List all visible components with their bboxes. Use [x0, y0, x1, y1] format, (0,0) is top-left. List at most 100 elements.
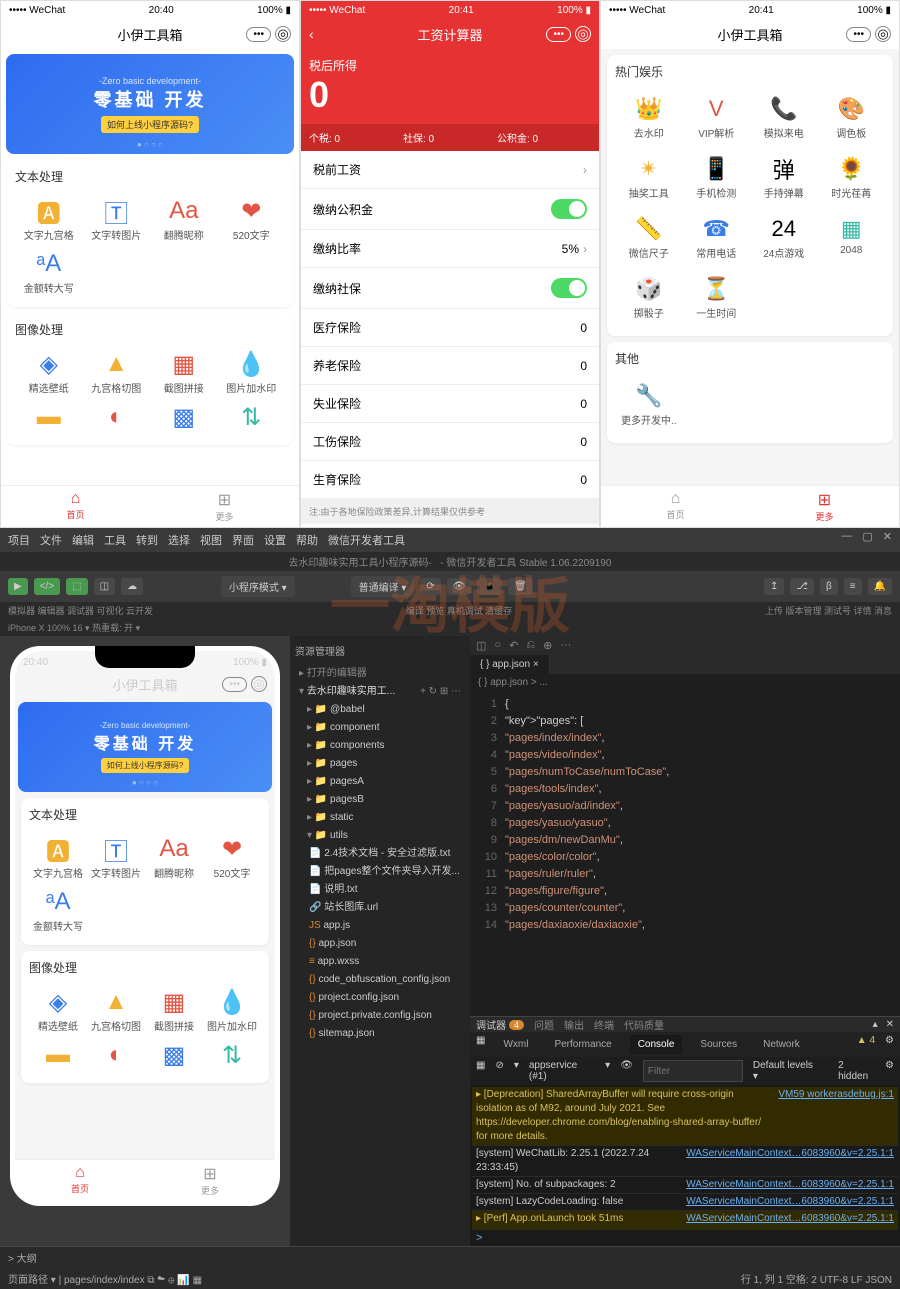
folder[interactable]: 📁 pagesB: [295, 791, 465, 809]
tool-item[interactable]: 弹手持弹幕: [750, 148, 818, 208]
menu-item[interactable]: 选择: [168, 532, 190, 548]
file[interactable]: {} code_obfuscation_config.json: [295, 971, 465, 989]
tool-item[interactable]: 🅰文字九宫格: [29, 831, 87, 884]
menu-item[interactable]: 设置: [264, 532, 286, 548]
setting-row[interactable]: 生育保险0: [301, 461, 599, 499]
editor[interactable]: ◫○↶⎌⊕··· { } app.json × { } app.json > .…: [470, 636, 900, 1246]
file[interactable]: 📄 2.4技术文档 - 安全过滤版.txt: [295, 845, 465, 863]
tool-item[interactable]: ✴抽奖工具: [615, 148, 683, 208]
tool-item[interactable]: 2424点游戏: [750, 208, 818, 268]
file-explorer[interactable]: 资源管理器 ▸ 打开的编辑器 去水印趣味实用工... + ↻ ⊞ ⋯ 📁 @ba…: [290, 636, 470, 1246]
setting-row[interactable]: 税前工资›: [301, 151, 599, 189]
setting-row[interactable]: 缴纳社保: [301, 268, 599, 309]
nav-item[interactable]: ⌂首页: [15, 1160, 145, 1201]
tool-item[interactable]: ▲九宫格切图: [83, 346, 151, 399]
tool-item[interactable]: ▩: [145, 1037, 203, 1075]
folder[interactable]: 📁 utils: [295, 827, 465, 845]
setting-row[interactable]: 工伤保险0: [301, 423, 599, 461]
menu-icon[interactable]: •••: [546, 27, 571, 42]
tool-item[interactable]: ⏳一生时间: [683, 268, 751, 328]
nav-item[interactable]: ⊞更多: [750, 486, 899, 527]
nav-item[interactable]: ⊞更多: [145, 1160, 275, 1201]
setting-row[interactable]: 缴纳比率5%›: [301, 230, 599, 268]
toggle[interactable]: [551, 278, 587, 298]
file[interactable]: {} sitemap.json: [295, 1025, 465, 1043]
tool-item[interactable]: ▬: [29, 1037, 87, 1075]
menu-item[interactable]: 文件: [40, 532, 62, 548]
console[interactable]: 调试器4 问题输出终端代码质量 ▴✕ ▦WxmlPerformanceConso…: [470, 1016, 900, 1246]
setting-row[interactable]: 医疗保险0: [301, 309, 599, 347]
file[interactable]: {} project.private.config.json: [295, 1007, 465, 1025]
folder[interactable]: 📁 @babel: [295, 701, 465, 719]
tool-item[interactable]: ▦截图拼接: [150, 346, 218, 399]
tool-item[interactable]: 🅃文字转图片: [87, 831, 145, 884]
folder[interactable]: 📁 pagesA: [295, 773, 465, 791]
menu-item[interactable]: 编辑: [72, 532, 94, 548]
banner[interactable]: -Zero basic development- 零基础 开发 如何上线小程序源…: [6, 54, 294, 154]
tool-item[interactable]: 📞模拟来电: [750, 88, 818, 148]
compile-dropdown[interactable]: 普通编译 ▾: [351, 576, 415, 597]
play-icon[interactable]: ▶: [8, 578, 28, 595]
tool-item[interactable]: 🔧更多开发中..: [615, 375, 683, 435]
tool-item[interactable]: 🌻时光荏苒: [818, 148, 886, 208]
menu-item[interactable]: 微信开发者工具: [328, 532, 405, 548]
file[interactable]: 🔗 站长图库.url: [295, 899, 465, 917]
menu-item[interactable]: 帮助: [296, 532, 318, 548]
editor-tab[interactable]: { } app.json ×: [470, 655, 550, 674]
tool-item[interactable]: ◐: [83, 399, 151, 437]
menubar[interactable]: 项目文件编辑工具转到选择视图界面设置帮助微信开发者工具 —▢✕: [0, 528, 900, 552]
tool-item[interactable]: 📱手机检测: [683, 148, 751, 208]
menu-icon[interactable]: •••: [846, 27, 871, 42]
devtools-tab[interactable]: Console: [630, 1035, 683, 1054]
menu-item[interactable]: 界面: [232, 532, 254, 548]
tool-item[interactable]: ⇅: [203, 1037, 261, 1075]
console-filter[interactable]: [643, 1060, 743, 1082]
toggle[interactable]: [551, 199, 587, 219]
bug-icon[interactable]: ⬚: [66, 578, 87, 595]
tool-item[interactable]: ᵃA金额转大写: [29, 884, 87, 937]
devtools-tab[interactable]: Wxml: [495, 1035, 536, 1054]
tool-item[interactable]: 🅃文字转图片: [83, 193, 151, 246]
file[interactable]: {} app.json: [295, 935, 465, 953]
cloud-icon[interactable]: ☁: [121, 578, 143, 595]
file[interactable]: JS app.js: [295, 917, 465, 935]
tool-item[interactable]: ▲九宫格切图: [87, 984, 145, 1037]
toolbar[interactable]: ▶ </> ⬚ ◫ ☁ 小程序模式 ▾ 普通编译 ▾ ⟳👁📱🗑 ↥⎇β≡🔔: [0, 571, 900, 602]
code-icon[interactable]: </>: [34, 578, 60, 595]
tool-item[interactable]: 📏微信尺子: [615, 208, 683, 268]
tool-item[interactable]: ❤520文字: [218, 193, 286, 246]
tool-item[interactable]: ◐: [87, 1037, 145, 1075]
tool-item[interactable]: ▬: [15, 399, 83, 437]
setting-row[interactable]: 失业保险0: [301, 385, 599, 423]
folder[interactable]: 📁 static: [295, 809, 465, 827]
target-icon[interactable]: ◎: [575, 26, 591, 42]
tool-item[interactable]: ▦截图拼接: [145, 984, 203, 1037]
tool-item[interactable]: ᵃA金额转大写: [15, 246, 83, 299]
tool-item[interactable]: ▩: [150, 399, 218, 437]
tool-item[interactable]: ❤520文字: [203, 831, 261, 884]
file[interactable]: 📄 说明.txt: [295, 881, 465, 899]
nav-item[interactable]: ⊞更多: [150, 486, 299, 527]
mode-dropdown[interactable]: 小程序模式 ▾: [221, 576, 295, 597]
target-icon[interactable]: ◎: [275, 26, 291, 42]
target-icon[interactable]: ◎: [875, 26, 891, 42]
file[interactable]: 📄 把pages整个文件夹导入开发...: [295, 863, 465, 881]
menu-item[interactable]: 项目: [8, 532, 30, 548]
setting-row[interactable]: 养老保险0: [301, 347, 599, 385]
console-tabs[interactable]: ▦WxmlPerformanceConsoleSourcesNetwork ▲ …: [470, 1032, 900, 1057]
nav-item[interactable]: ⌂首页: [601, 486, 750, 527]
back-icon[interactable]: ‹: [309, 26, 314, 42]
file[interactable]: {} project.config.json: [295, 989, 465, 1007]
menu-item[interactable]: 视图: [200, 532, 222, 548]
folder[interactable]: 📁 pages: [295, 755, 465, 773]
file[interactable]: ≡ app.wxss: [295, 953, 465, 971]
menu-icon[interactable]: •••: [246, 27, 271, 42]
folder[interactable]: 📁 components: [295, 737, 465, 755]
setting-row[interactable]: 缴纳公积金: [301, 189, 599, 230]
tool-item[interactable]: 🎨调色板: [818, 88, 886, 148]
menu-item[interactable]: 转到: [136, 532, 158, 548]
tool-item[interactable]: 💧图片加水印: [203, 984, 261, 1037]
tool-item[interactable]: Aa翻腾昵称: [145, 831, 203, 884]
tool-item[interactable]: ▦2048: [818, 208, 886, 268]
tool-item[interactable]: VVIP解析: [683, 88, 751, 148]
